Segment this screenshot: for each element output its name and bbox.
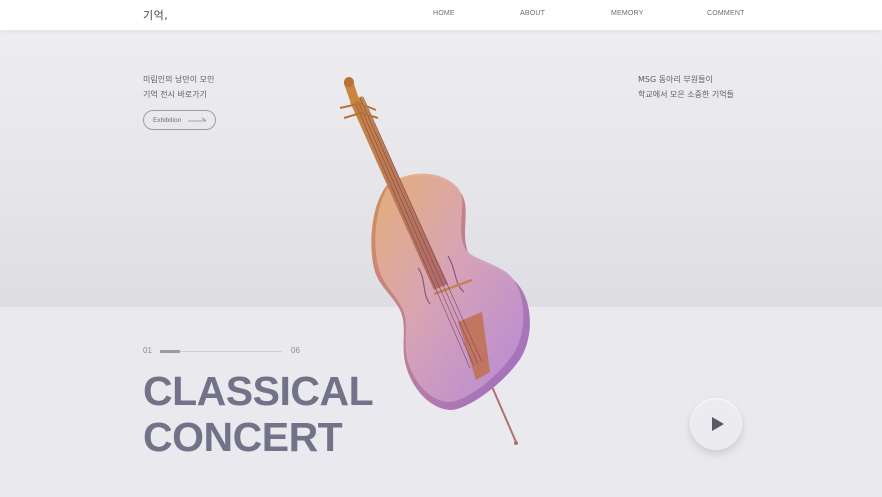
- play-button[interactable]: [690, 398, 742, 450]
- slide-total-number: 06: [291, 346, 300, 355]
- arrow-right-icon: [188, 117, 207, 122]
- intro-left-line1: 미림인의 낭만이 모인: [143, 75, 215, 84]
- nav-memory-link[interactable]: MEMORY: [611, 10, 644, 17]
- hero-title-line2: CONCERT: [143, 414, 343, 460]
- hero-title: CLASSICAL CONCERT: [143, 368, 374, 460]
- intro-right-line1: MSG 동아리 부원들이: [638, 75, 713, 84]
- intro-right-text: MSG 동아리 부원들이 학교에서 모은 소중한 기억들: [638, 72, 734, 102]
- top-header: 기억, HOME ABOUT MEMORY COMMENT: [0, 0, 882, 30]
- slide-progress-fill: [160, 350, 180, 353]
- slide-current-number: 01: [143, 346, 152, 355]
- main-nav: HOME ABOUT MEMORY COMMENT: [0, 10, 882, 22]
- intro-right-line2: 학교에서 모은 소중한 기억들: [638, 90, 734, 99]
- exhibition-button[interactable]: Exhibition: [143, 110, 216, 130]
- hero-title-line1: CLASSICAL: [143, 368, 374, 414]
- slide-progress-track[interactable]: [160, 350, 282, 353]
- intro-left-line2: 기억 전시 바로가기: [143, 90, 207, 99]
- nav-about-link[interactable]: ABOUT: [520, 10, 545, 17]
- nav-home-link[interactable]: HOME: [433, 10, 455, 17]
- nav-comment-link[interactable]: COMMENT: [707, 10, 745, 17]
- intro-left-text: 미림인의 낭만이 모인 기억 전시 바로가기: [143, 72, 214, 102]
- exhibition-button-label: Exhibition: [153, 116, 182, 124]
- play-icon: [712, 417, 724, 431]
